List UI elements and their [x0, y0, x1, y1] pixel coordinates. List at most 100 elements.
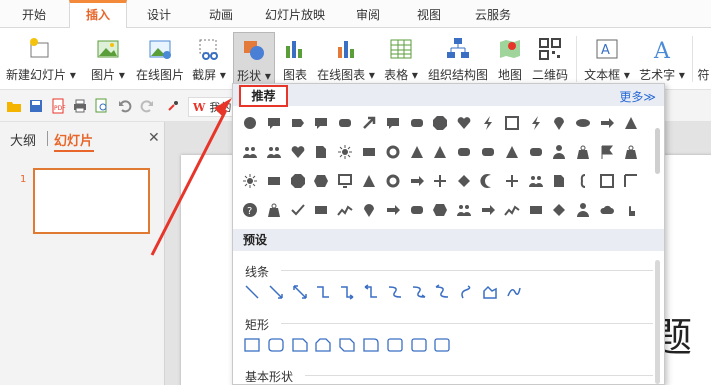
shape-ellipse-icon[interactable] [572, 112, 594, 134]
slide-thumbnail[interactable] [33, 168, 150, 234]
shape-diamond-icon[interactable] [548, 199, 570, 221]
shape-arrowR-icon[interactable] [477, 199, 499, 221]
export-pdf-icon[interactable]: PDF [50, 98, 66, 114]
tab-home[interactable]: 开始 [10, 0, 58, 28]
shape-question-icon[interactable]: ? [239, 199, 261, 221]
chart-button[interactable]: 图表 [280, 32, 310, 86]
shape-tri-icon[interactable] [358, 170, 380, 192]
tab-outline[interactable]: 大纲 [10, 130, 36, 149]
shape-sun-icon[interactable] [334, 141, 356, 163]
shape-heart-icon[interactable] [453, 112, 475, 134]
format-painter-icon[interactable] [166, 98, 182, 114]
line-shape-icon[interactable] [479, 281, 501, 303]
shape-zigzag-icon[interactable] [334, 199, 356, 221]
line-shape-icon[interactable] [241, 281, 263, 303]
rectangle-shape-icon[interactable] [241, 334, 263, 356]
shape-tri-icon[interactable] [406, 141, 428, 163]
rectangle-shape-icon[interactable] [336, 334, 358, 356]
line-shape-icon[interactable] [408, 281, 430, 303]
shape-rect-icon[interactable] [263, 170, 285, 192]
shape-arrowR-icon[interactable] [382, 199, 404, 221]
shape-people-icon[interactable] [453, 199, 475, 221]
shape-bag-icon[interactable] [572, 141, 594, 163]
shape-circle-icon[interactable] [239, 112, 261, 134]
shape-heart-icon[interactable] [287, 141, 309, 163]
shape-zigzag-icon[interactable] [501, 199, 523, 221]
online-picture-button[interactable]: 在线图片 [134, 32, 186, 86]
undo-icon[interactable] [117, 98, 133, 114]
shape-doc-icon[interactable] [310, 141, 332, 163]
shape-brace-icon[interactable] [572, 170, 594, 192]
shape-check-icon[interactable] [287, 199, 309, 221]
map-button[interactable]: 地图 [495, 32, 525, 86]
shape-oct-icon[interactable] [429, 112, 451, 134]
preset-scrollbar[interactable] [655, 260, 660, 384]
line-shape-icon[interactable] [431, 281, 453, 303]
picture-button[interactable]: 图片 ▾ [88, 32, 128, 86]
shape-moon-icon[interactable] [477, 170, 499, 192]
line-shape-icon[interactable] [384, 281, 406, 303]
open-folder-icon[interactable] [6, 98, 22, 114]
tab-animation[interactable]: 动画 [197, 0, 245, 28]
shape-pin-icon[interactable] [358, 199, 380, 221]
shape-people-icon[interactable] [263, 141, 285, 163]
new-slide-button[interactable]: 新建幻灯片 ▾ [6, 32, 76, 86]
shapes-button[interactable]: 形状 ▾ [233, 32, 275, 88]
shape-pent-icon[interactable] [287, 112, 309, 134]
shape-plus-icon[interactable] [429, 170, 451, 192]
tab-cloud[interactable]: 云服务 [465, 0, 521, 28]
tab-review[interactable]: 审阅 [344, 0, 392, 28]
line-shape-icon[interactable] [503, 281, 525, 303]
tab-insert[interactable]: 插入 [69, 0, 127, 28]
shape-hand-icon[interactable] [620, 199, 642, 221]
shape-tri-icon[interactable] [501, 141, 523, 163]
shape-bag-icon[interactable] [620, 141, 642, 163]
shape-rrect-icon[interactable] [334, 112, 356, 134]
shape-tri-icon[interactable] [620, 112, 642, 134]
shape-diamond-icon[interactable] [453, 170, 475, 192]
shape-rect-icon[interactable] [525, 199, 547, 221]
shape-bolt-icon[interactable] [477, 112, 499, 134]
shape-cloud-icon[interactable] [596, 199, 618, 221]
rectangle-shape-icon[interactable] [408, 334, 430, 356]
shape-callout-icon[interactable] [382, 112, 404, 134]
shape-corner-icon[interactable] [620, 170, 642, 192]
line-shape-icon[interactable] [336, 281, 358, 303]
shape-plus-icon[interactable] [501, 170, 523, 192]
shape-hex-icon[interactable] [310, 170, 332, 192]
rectangle-shape-icon[interactable] [289, 334, 311, 356]
shape-ring-icon[interactable] [382, 141, 404, 163]
shape-hex-icon[interactable] [429, 199, 451, 221]
shape-sqOut-icon[interactable] [596, 170, 618, 192]
shape-sun-icon[interactable] [239, 170, 261, 192]
shape-arrowR-icon[interactable] [596, 112, 618, 134]
tab-slides[interactable]: 幻灯片 [54, 130, 93, 149]
shape-monitor-icon[interactable] [334, 170, 356, 192]
line-shape-icon[interactable] [312, 281, 334, 303]
symbol-button[interactable]: 符 [696, 32, 711, 86]
screenshot-button[interactable]: 截屏 ▾ [192, 32, 226, 86]
shape-rect-icon[interactable] [310, 199, 332, 221]
shape-callout-icon[interactable] [263, 112, 285, 134]
textbox-button[interactable]: A 文本框 ▾ [580, 32, 634, 86]
line-shape-icon[interactable] [455, 281, 477, 303]
shape-pin-icon[interactable] [548, 112, 570, 134]
shape-ring-icon[interactable] [382, 170, 404, 192]
rectangle-shape-icon[interactable] [265, 334, 287, 356]
shape-people-icon[interactable] [525, 170, 547, 192]
tab-view[interactable]: 视图 [405, 0, 453, 28]
art-text-button[interactable]: A 艺术字 ▾ [636, 32, 688, 86]
wps-account-badge[interactable]: W 我的 [188, 97, 237, 117]
rectangle-shape-icon[interactable] [384, 334, 406, 356]
close-panel-icon[interactable]: ✕ [148, 130, 160, 146]
org-chart-button[interactable]: 组织结构图 [425, 32, 491, 86]
shape-doc-icon[interactable] [548, 170, 570, 192]
qrcode-button[interactable]: 二维码 [530, 32, 570, 86]
print-icon[interactable] [72, 98, 88, 114]
redo-icon[interactable] [139, 98, 155, 114]
shape-tri-icon[interactable] [429, 141, 451, 163]
more-link[interactable]: 更多≫ [619, 88, 656, 105]
shape-bolt-icon[interactable] [525, 112, 547, 134]
rectangle-shape-icon[interactable] [431, 334, 453, 356]
shape-sqOut-icon[interactable] [501, 112, 523, 134]
